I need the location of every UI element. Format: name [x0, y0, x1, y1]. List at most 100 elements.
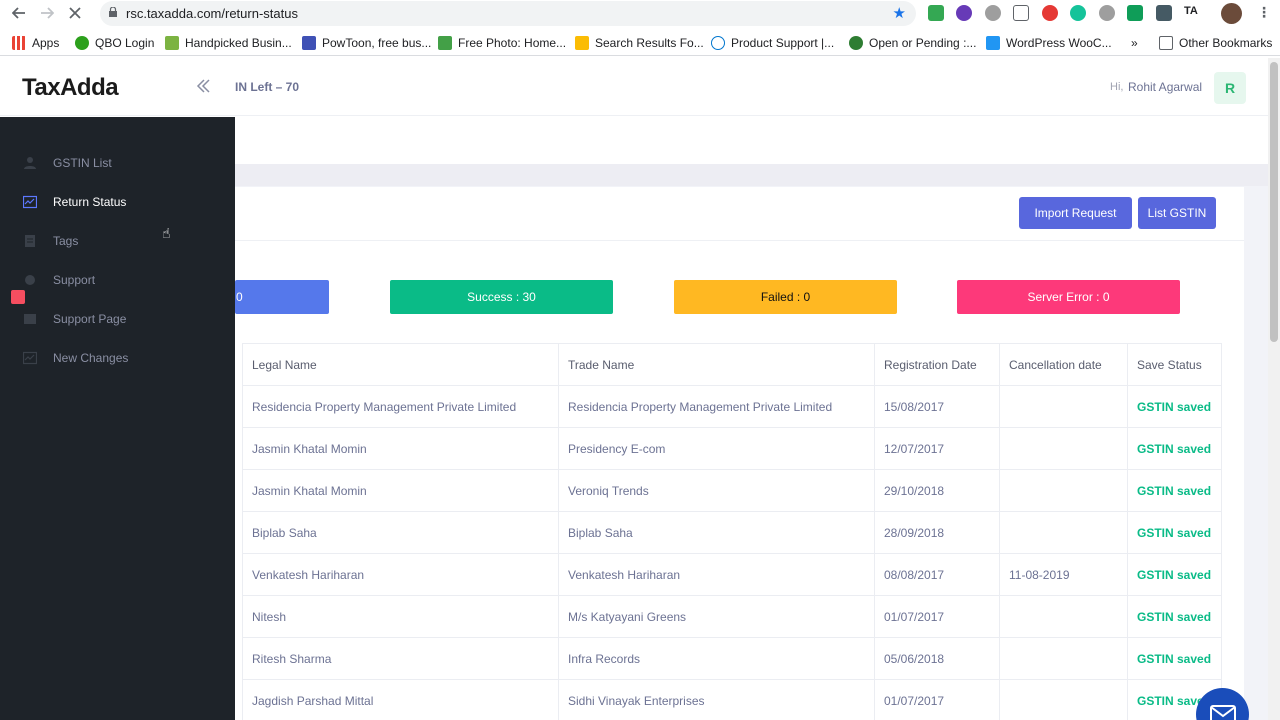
apps-grid-icon — [12, 36, 26, 50]
bookmark-item[interactable]: Handpicked Busin... — [165, 36, 292, 50]
bookmark-item[interactable]: Free Photo: Home... — [438, 36, 566, 50]
sidebar-item-new-changes[interactable]: New Changes — [0, 344, 235, 372]
scrollbar-thumb[interactable] — [1270, 62, 1278, 342]
total-stat-badge[interactable]: 0 — [235, 280, 329, 314]
sidebar-item-label: Support Page — [53, 312, 127, 326]
bookmark-item[interactable]: Product Support |... — [711, 36, 834, 50]
notification-badge[interactable] — [11, 290, 25, 304]
username[interactable]: Rohit Agarwal — [1128, 80, 1202, 94]
bookmark-item[interactable]: Search Results Fo... — [575, 36, 704, 50]
more-menu-icon[interactable]: ⋮ — [1257, 4, 1271, 21]
failed-stat-badge[interactable]: Failed : 0 — [674, 280, 897, 314]
extension-icon[interactable] — [928, 5, 944, 21]
taxadda-extension-icon[interactable]: TA — [1184, 5, 1200, 21]
registration-date-cell: 08/08/2017 — [874, 553, 1000, 596]
bookmark-label: PowToon, free bus... — [322, 36, 432, 50]
registration-date-cell: 01/07/2017 — [874, 595, 1000, 638]
freshdesk-icon — [849, 36, 863, 50]
address-bar[interactable]: rsc.taxadda.com/return-status ★ — [100, 1, 916, 26]
trade-name-cell: Sidhi Vinayak Enterprises — [558, 679, 875, 720]
save-status-cell: GSTIN saved — [1127, 511, 1222, 554]
column-header[interactable]: Save Status — [1127, 343, 1222, 386]
bookmark-label: Open or Pending :... — [869, 36, 977, 50]
bookmark-label: WordPress WooC... — [1006, 36, 1112, 50]
bookmarks-overflow[interactable]: » — [1131, 36, 1138, 50]
bookmark-label: Search Results Fo... — [595, 36, 704, 50]
page-scrollbar[interactable] — [1268, 58, 1280, 720]
trade-name-cell: Veroniq Trends — [558, 469, 875, 512]
collapse-sidebar-icon[interactable] — [194, 77, 212, 100]
px-icon — [438, 36, 452, 50]
column-header[interactable]: Cancellation date — [999, 343, 1128, 386]
trade-name-cell: Presidency E-com — [558, 427, 875, 470]
bookmark-item[interactable]: Open or Pending :... — [849, 36, 976, 50]
profile-avatar[interactable] — [1221, 3, 1242, 24]
user-avatar[interactable]: R — [1214, 72, 1246, 104]
sidebar-item-gstin-list[interactable]: GSTIN List — [0, 149, 235, 177]
sidebar-item-tags[interactable]: Tags — [0, 227, 235, 255]
sidebar-item-return-status[interactable]: Return Status — [0, 188, 235, 216]
sidebar-item-label: Support — [53, 273, 96, 287]
bookmark-label: Handpicked Busin... — [185, 36, 292, 50]
loading-stop-icon[interactable] — [65, 3, 85, 23]
url-text: rsc.taxadda.com/return-status — [126, 6, 298, 21]
import-request-button[interactable]: Import Request — [1019, 197, 1132, 229]
bookmark-item[interactable]: WordPress WooC... — [986, 36, 1112, 50]
bookmark-star-icon[interactable]: ★ — [893, 4, 906, 22]
tag-icon — [165, 36, 179, 50]
bookmark-label: Apps — [32, 36, 60, 50]
extension-icon[interactable] — [1042, 5, 1058, 21]
grammarly-icon[interactable] — [1070, 5, 1086, 21]
taxadda-logo[interactable]: TaxAdda — [22, 74, 119, 102]
back-arrow-icon[interactable] — [9, 3, 29, 23]
return-status-table: Legal Name Trade Name Registration Date … — [242, 343, 1222, 720]
registration-date-cell: 29/10/2018 — [874, 469, 1000, 512]
cancellation-date-cell — [999, 469, 1128, 512]
sidebar-item-support-page[interactable]: Support Page — [0, 305, 235, 333]
forward-arrow-icon[interactable] — [37, 3, 57, 23]
save-status-cell: GSTIN saved — [1127, 385, 1222, 428]
card-divider — [235, 240, 1244, 241]
trade-name-cell: Infra Records — [558, 637, 875, 680]
column-header[interactable]: Trade Name — [558, 343, 875, 386]
bookmark-item[interactable]: PowToon, free bus... — [302, 36, 431, 50]
list-gstin-button[interactable]: List GSTIN — [1138, 197, 1216, 229]
bookmark-label: Product Support |... — [731, 36, 835, 50]
bookmark-item[interactable]: Apps — [12, 36, 59, 50]
extension-icon[interactable] — [1127, 5, 1143, 21]
server-error-stat-badge[interactable]: Server Error : 0 — [957, 280, 1180, 314]
cancellation-date-cell — [999, 679, 1128, 720]
registration-date-cell: 12/07/2017 — [874, 427, 1000, 470]
column-header[interactable]: Legal Name — [242, 343, 559, 386]
legal-name-cell: Ritesh Sharma — [242, 637, 559, 680]
bookmark-item[interactable]: QBO Login — [75, 36, 154, 50]
sidebar-item-label: Return Status — [53, 195, 127, 209]
mouse-pointer-icon: ☝ — [162, 225, 171, 241]
table-row: Residencia Property Management Private L… — [242, 385, 1222, 428]
bookmark-label: Free Photo: Home... — [458, 36, 567, 50]
column-header[interactable]: Registration Date — [874, 343, 1000, 386]
other-bookmarks-label: Other Bookmarks — [1179, 36, 1273, 50]
trade-name-cell: Residencia Property Management Private L… — [558, 385, 875, 428]
cancellation-date-cell — [999, 511, 1128, 554]
document-icon — [25, 235, 35, 247]
sidebar-item-label: GSTIN List — [53, 156, 112, 170]
extension-icon[interactable] — [1156, 5, 1172, 21]
extension-icon[interactable] — [985, 5, 1001, 21]
legal-name-cell: Biplab Saha — [242, 511, 559, 554]
sidebar-item-support[interactable]: Support — [0, 266, 235, 294]
bookmarks-bar: Apps QBO Login Handpicked Busin... PowTo… — [0, 30, 1280, 56]
success-stat-badge[interactable]: Success : 30 — [390, 280, 613, 314]
greeting: Hi, — [1110, 81, 1124, 93]
table-row: Nitesh M/s Katyayani Greens 01/07/2017 G… — [242, 595, 1222, 638]
extension-icon[interactable] — [956, 5, 972, 21]
registration-date-cell: 28/09/2018 — [874, 511, 1000, 554]
other-bookmarks[interactable]: Other Bookmarks — [1159, 36, 1272, 50]
registration-date-cell: 01/07/2017 — [874, 679, 1000, 720]
save-status-cell: GSTIN saved — [1127, 427, 1222, 470]
extension-icon[interactable] — [1099, 5, 1115, 21]
cancellation-date-cell — [999, 595, 1128, 638]
chart-icon — [23, 195, 37, 209]
table-row: Jasmin Khatal Momin Presidency E-com 12/… — [242, 427, 1222, 470]
edit-extension-icon[interactable] — [1013, 5, 1029, 21]
